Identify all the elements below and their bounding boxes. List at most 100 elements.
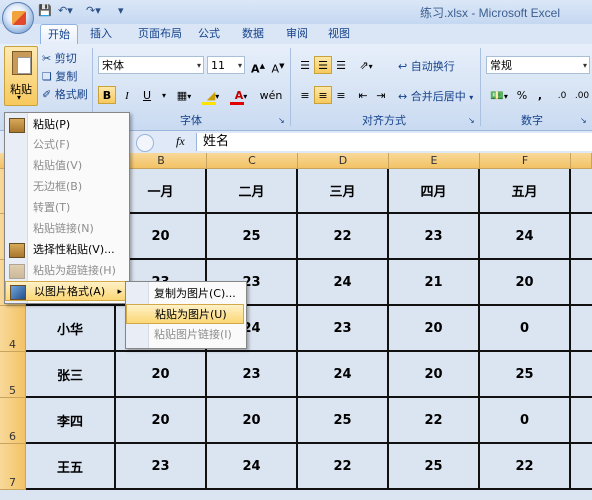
table-cell[interactable]: 25 [480,352,571,398]
font-size-combo[interactable]: 11 ▾ [207,56,245,74]
month-header-cell[interactable]: 五月 [480,169,571,214]
month-header-cell[interactable]: 二月 [207,169,298,214]
align-top-button[interactable]: ☰ [296,56,314,74]
table-cell[interactable] [571,444,592,490]
table-cell[interactable] [571,398,592,444]
row-header[interactable]: 6 [0,398,26,444]
table-cell[interactable]: 22 [480,444,571,490]
table-cell[interactable]: 25 [298,398,389,444]
increase-indent-button[interactable]: ⇥ [372,86,390,104]
table-cell[interactable] [571,352,592,398]
row-header[interactable]: 7 [0,444,26,490]
table-cell[interactable]: 0 [480,398,571,444]
paste-menu-item[interactable]: 粘贴(P) [5,115,129,135]
paste-menu-item[interactable]: 粘贴为超链接(H) [5,261,129,281]
tab-data[interactable]: 数据 [236,24,270,43]
row-header[interactable]: 4 [0,306,26,352]
cut-button[interactable]: ✂ 剪切 [42,50,77,66]
table-cell[interactable] [571,214,592,260]
increase-decimal-button[interactable]: .0 [552,86,572,104]
column-header[interactable]: E [389,153,480,169]
office-button[interactable] [2,2,34,34]
table-cell[interactable]: 21 [389,260,480,306]
table-cell[interactable]: 20 [480,260,571,306]
tab-view[interactable]: 视图 [322,24,356,43]
paste-menu-item[interactable]: 以图片格式(A) ▸ [5,281,129,301]
comma-button[interactable]: , [532,86,548,104]
table-cell[interactable]: 20 [389,352,480,398]
name-cell[interactable]: 张三 [26,352,116,398]
table-cell[interactable]: 22 [389,398,480,444]
paste-menu-item[interactable]: 粘贴值(V) [5,156,129,176]
grow-font-button[interactable]: A▲ [248,56,268,76]
number-format-combo[interactable]: 常规 ▾ [486,56,590,74]
table-cell[interactable]: 24 [298,260,389,306]
table-cell[interactable]: 23 [207,352,298,398]
border-button[interactable]: ▦▾ [170,86,198,104]
wrap-text-button[interactable]: ↩ 自动换行 [398,58,455,74]
table-cell[interactable]: 23 [116,444,207,490]
tab-insert[interactable]: 插入 [84,24,118,43]
quick-access-dropdown-icon[interactable]: ▾ [118,4,124,20]
undo-icon[interactable]: ↶▾ [58,4,73,20]
save-icon[interactable]: 💾 [38,4,52,20]
orientation-button[interactable]: ⇗▾ [352,56,380,74]
column-header[interactable]: D [298,153,389,169]
fx-icon[interactable]: fx [176,134,185,149]
table-cell[interactable]: 24 [480,214,571,260]
paste-menu-item[interactable]: 选择性粘贴(V)... [5,240,129,260]
month-header-cell[interactable]: 三月 [298,169,389,214]
align-right-button[interactable]: ≡ [332,86,350,104]
paste-menu-item[interactable]: 公式(F) [5,135,129,155]
table-cell[interactable]: 25 [207,214,298,260]
submenu-item[interactable]: 粘贴为图片(U) [126,304,244,324]
tab-formulas[interactable]: 公式 [192,24,226,43]
currency-button[interactable]: 💵▾ [486,86,512,104]
submenu-item[interactable]: 粘贴图片链接(I) [126,325,244,345]
dialog-launcher-icon[interactable]: ↘ [468,116,475,125]
table-cell[interactable] [571,260,592,306]
shrink-font-button[interactable]: A▼ [268,56,288,76]
decrease-indent-button[interactable]: ⇤ [354,86,372,104]
merge-center-button[interactable]: ↔ 合并后居中 ▾ [398,88,473,104]
paste-button[interactable]: 粘贴 ▾ [4,46,38,106]
name-cell[interactable]: 李四 [26,398,116,444]
table-cell[interactable]: 22 [298,214,389,260]
tab-page-layout[interactable]: 页面布局 [128,24,192,43]
format-painter-button[interactable]: ✐ 格式刷 [42,86,88,102]
redo-icon[interactable]: ↷▾ [86,4,101,20]
column-header[interactable]: F [480,153,571,169]
table-cell[interactable]: 24 [298,352,389,398]
row-header[interactable]: 5 [0,352,26,398]
table-cell[interactable]: 23 [298,306,389,352]
table-cell[interactable]: 20 [389,306,480,352]
dialog-launcher-icon[interactable]: ↘ [278,116,285,125]
formula-expand-icon[interactable] [136,134,154,152]
formula-input[interactable]: 姓名 [196,133,592,151]
align-bottom-button[interactable]: ☰ [332,56,350,74]
align-left-button[interactable]: ≡ [296,86,314,104]
submenu-item[interactable]: 复制为图片(C)... [126,284,244,304]
column-header[interactable] [571,153,592,169]
table-cell[interactable]: 0 [480,306,571,352]
table-cell[interactable] [571,306,592,352]
table-cell[interactable]: 22 [298,444,389,490]
phonetic-button[interactable]: wén [256,86,286,104]
dialog-launcher-icon[interactable]: ↘ [580,116,587,125]
tab-home[interactable]: 开始 [40,24,78,44]
underline-dropdown-icon[interactable]: ▾ [160,86,168,104]
bold-button[interactable]: B [98,86,116,104]
percent-button[interactable]: % [514,86,530,104]
align-middle-button[interactable]: ☰ [314,56,332,74]
paste-menu-item[interactable]: 无边框(B) [5,177,129,197]
column-header[interactable]: C [207,153,298,169]
table-cell[interactable]: 20 [116,398,207,444]
align-center-button[interactable]: ≡ [314,86,332,104]
table-cell[interactable]: 24 [207,444,298,490]
month-header-cell[interactable]: 四月 [389,169,480,214]
decrease-decimal-button[interactable]: .00 [572,86,592,104]
table-cell[interactable]: 23 [389,214,480,260]
table-cell[interactable]: 20 [207,398,298,444]
italic-button[interactable]: I [118,86,136,104]
underline-button[interactable]: U [138,86,156,104]
